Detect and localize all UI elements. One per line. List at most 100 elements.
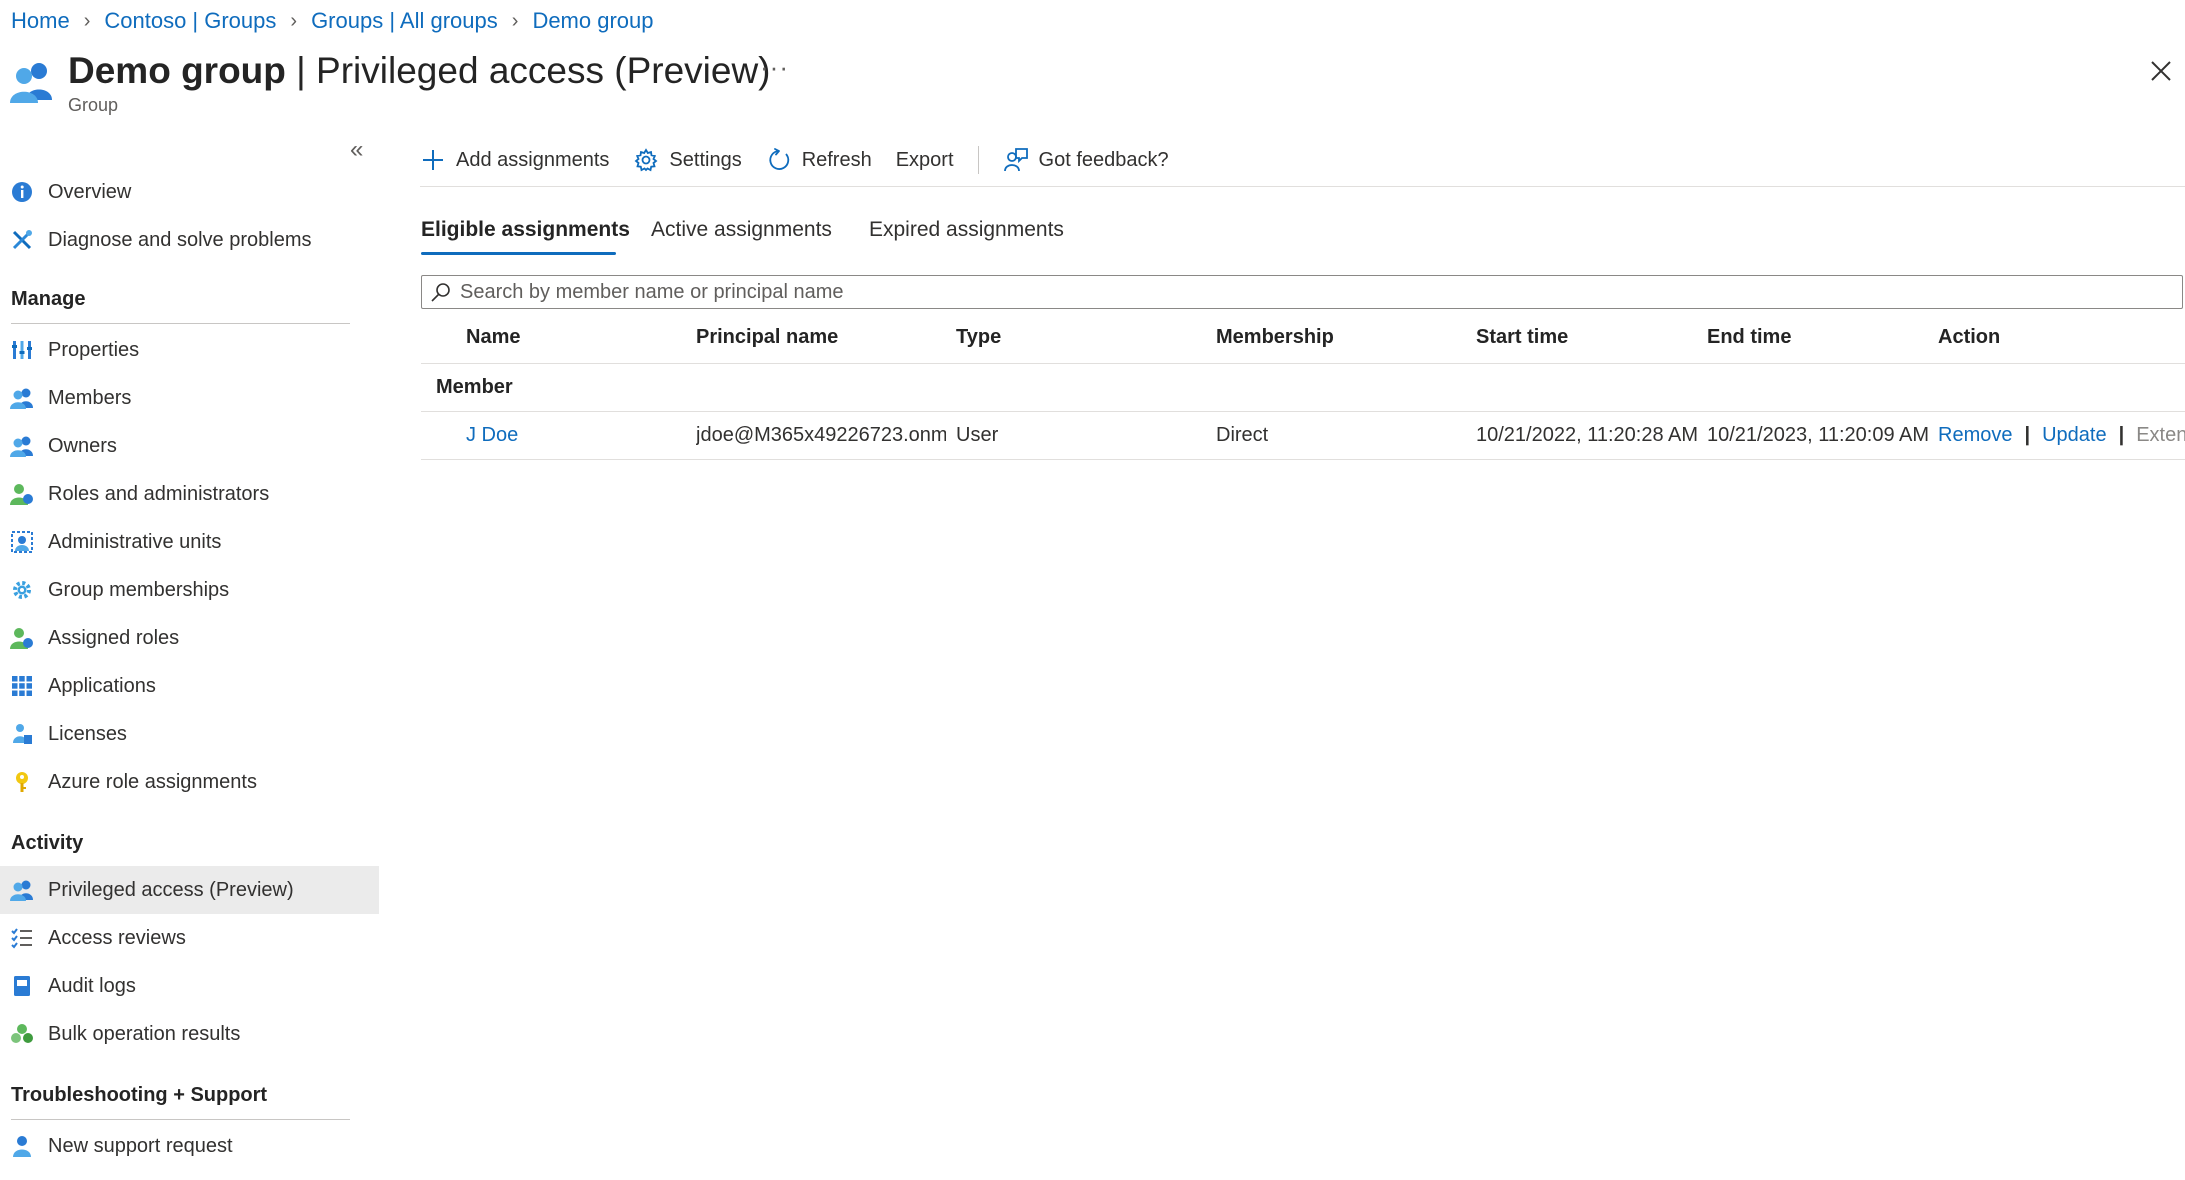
chevron-right-icon: › — [511, 9, 519, 32]
start-time-cell: 10/21/2022, 11:20:28 AM — [1476, 424, 1699, 446]
apps-grid-icon — [10, 674, 34, 698]
breadcrumb: Home › Contoso | Groups › Groups | All g… — [11, 6, 654, 36]
collapse-sidebar-icon[interactable]: « — [350, 136, 363, 164]
close-icon[interactable] — [2146, 56, 2176, 86]
breadcrumb-home[interactable]: Home — [11, 8, 70, 34]
sidebar-item-label: Azure role assignments — [48, 770, 257, 793]
admin-units-icon — [10, 530, 34, 554]
sidebar-item-new-support-request[interactable]: New support request — [0, 1122, 379, 1170]
sidebar-item-access-reviews[interactable]: Access reviews — [0, 914, 379, 962]
column-header-principal-name[interactable]: Principal name — [696, 326, 838, 349]
add-assignments-button[interactable]: Add assignments — [420, 147, 609, 173]
toolbar-divider — [977, 146, 979, 174]
sidebar-item-overview[interactable]: Overview — [0, 168, 379, 216]
sidebar-item-label: Privileged access (Preview) — [48, 878, 294, 901]
principal-name-cell: jdoe@M365x49226723.onmi — [696, 424, 946, 446]
sidebar-item-label: Bulk operation results — [48, 1022, 241, 1045]
tab-expired-assignments[interactable]: Expired assignments — [869, 218, 1064, 242]
refresh-button[interactable]: Refresh — [766, 147, 872, 173]
column-header-end-time[interactable]: End time — [1707, 326, 1791, 349]
more-options-button[interactable]: ··· — [760, 52, 789, 83]
table-header-divider — [421, 363, 2185, 364]
tab-eligible-assignments[interactable]: Eligible assignments — [421, 218, 630, 242]
sidebar-item-label: Owners — [48, 434, 117, 457]
chevron-right-icon: › — [83, 9, 91, 32]
breadcrumb-demo-group[interactable]: Demo group — [532, 8, 653, 34]
sidebar-item-privileged-access[interactable]: Privileged access (Preview) — [0, 866, 379, 914]
chevron-right-icon: › — [290, 9, 298, 32]
sidebar-item-label: Applications — [48, 674, 156, 697]
roles-icon — [10, 482, 34, 506]
sidebar-item-label: Access reviews — [48, 926, 186, 949]
sidebar-item-label: Group memberships — [48, 578, 230, 601]
column-header-action: Action — [1938, 326, 2001, 348]
plus-icon — [420, 147, 446, 173]
tab-active-indicator — [421, 252, 616, 255]
sidebar-item-assigned-roles[interactable]: Assigned roles — [0, 614, 379, 662]
licenses-icon — [10, 722, 34, 746]
sidebar-item-licenses[interactable]: Licenses — [0, 710, 379, 758]
sidebar-item-group-memberships[interactable]: Group memberships — [0, 566, 379, 614]
search-box — [421, 275, 2183, 309]
sidebar-item-label: Audit logs — [48, 974, 136, 997]
assigned-roles-icon — [10, 626, 34, 650]
sidebar-item-diagnose[interactable]: Diagnose and solve problems — [0, 216, 379, 264]
gear-icon — [10, 578, 34, 602]
command-bar: Add assignments Settings Refresh Export … — [420, 142, 1193, 178]
membership-cell: Direct — [1216, 424, 1269, 446]
properties-icon — [10, 338, 34, 362]
table-row-divider — [421, 411, 2185, 412]
sidebar-item-label: Roles and administrators — [48, 482, 270, 505]
action-cell: Remove | Update | Extend — [1938, 424, 2185, 447]
sidebar-item-roles-and-administrators[interactable]: Roles and administrators — [0, 470, 379, 518]
sidebar-item-label: Overview — [48, 180, 132, 203]
search-icon — [430, 281, 452, 303]
members-icon — [10, 386, 34, 410]
sidebar-item-administrative-units[interactable]: Administrative units — [0, 518, 379, 566]
sidebar-item-bulk-operation-results[interactable]: Bulk operation results — [0, 1010, 379, 1058]
member-name-link[interactable]: J Doe — [466, 424, 518, 447]
sidebar-item-audit-logs[interactable]: Audit logs — [0, 962, 379, 1010]
section-divider — [11, 1119, 350, 1120]
export-button[interactable]: Export — [896, 149, 954, 172]
tab-active-assignments[interactable]: Active assignments — [651, 218, 832, 242]
sidebar-item-label: New support request — [48, 1134, 233, 1157]
sidebar-item-label: Assigned roles — [48, 626, 180, 649]
remove-link[interactable]: Remove — [1938, 424, 2012, 447]
sidebar-item-applications[interactable]: Applications — [0, 662, 379, 710]
breadcrumb-all-groups[interactable]: Groups | All groups — [311, 8, 498, 34]
page-title: Demo group | Privileged access (Preview) — [68, 50, 771, 91]
sidebar-item-label: Properties — [48, 338, 140, 361]
settings-button[interactable]: Settings — [633, 147, 742, 173]
audit-log-icon — [10, 974, 34, 998]
key-icon — [10, 770, 34, 794]
column-header-name[interactable]: Name — [466, 326, 520, 349]
privileged-access-icon — [10, 878, 34, 902]
info-icon — [10, 180, 34, 204]
sidebar-item-owners[interactable]: Owners — [0, 422, 379, 470]
column-header-membership[interactable]: Membership — [1216, 326, 1334, 349]
action-separator: | — [2024, 424, 2031, 446]
support-person-icon — [10, 1134, 34, 1158]
table-row-divider — [421, 459, 2185, 460]
section-header-manage: Manage — [11, 288, 86, 310]
sidebar-item-azure-role-assignments[interactable]: Azure role assignments — [0, 758, 379, 806]
column-header-start-time[interactable]: Start time — [1476, 326, 1568, 349]
column-header-type[interactable]: Type — [956, 326, 1001, 349]
action-separator: | — [2118, 424, 2125, 446]
sidebar-item-label: Licenses — [48, 722, 127, 745]
bulk-ops-icon — [10, 1022, 34, 1046]
feedback-icon — [1003, 147, 1029, 173]
sidebar-item-properties[interactable]: Properties — [0, 326, 379, 374]
sidebar-item-members[interactable]: Members — [0, 374, 379, 422]
update-link[interactable]: Update — [2042, 424, 2107, 447]
breadcrumb-contoso-groups[interactable]: Contoso | Groups — [104, 8, 276, 34]
table-group-member: Member — [436, 376, 513, 398]
feedback-button[interactable]: Got feedback? — [1003, 147, 1169, 173]
toolbar-divider-line — [420, 186, 2185, 187]
sidebar-item-label: Administrative units — [48, 530, 222, 553]
gear-icon — [633, 147, 659, 173]
extend-link[interactable]: Extend — [2136, 424, 2185, 447]
search-input[interactable] — [458, 279, 2162, 305]
type-cell: User — [956, 424, 999, 446]
